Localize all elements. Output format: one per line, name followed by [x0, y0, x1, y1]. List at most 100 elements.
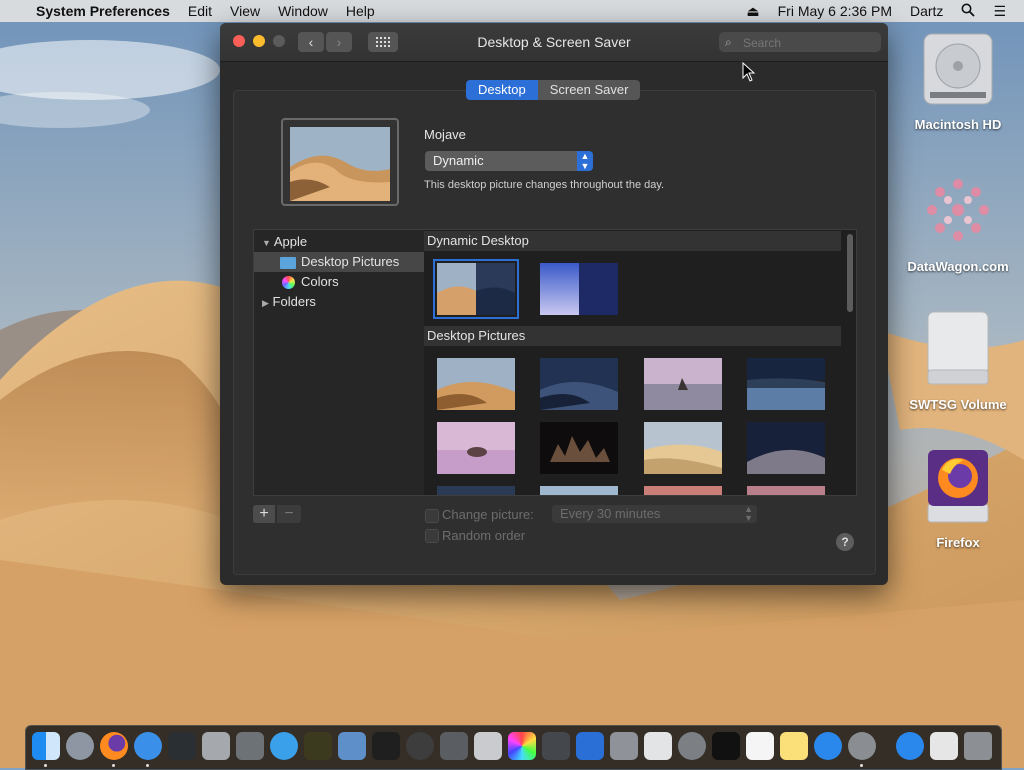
change-interval-select[interactable]: Every 30 minutes ▲ ▼ [552, 505, 757, 523]
safari-icon[interactable] [134, 732, 162, 760]
system-preferences-icon[interactable] [848, 732, 876, 760]
notes-icon[interactable] [780, 732, 808, 760]
running-indicator [146, 764, 149, 767]
finder-icon[interactable] [32, 732, 60, 760]
spotlight-icon[interactable] [961, 3, 976, 20]
desktop-icon-datawagon[interactable]: DataWagon.com [903, 170, 1013, 274]
running-indicator [44, 764, 47, 767]
thumb-pink-lake[interactable] [437, 422, 515, 474]
menu-help[interactable]: Help [346, 3, 375, 19]
system-info-icon[interactable] [610, 732, 638, 760]
dock [25, 725, 1002, 770]
random-order-checkbox[interactable] [425, 529, 439, 543]
flower-pattern-icon [927, 179, 989, 241]
menu-window[interactable]: Window [278, 3, 328, 19]
source-group-apple[interactable]: ▼ Apple [254, 232, 426, 252]
desktop-icon-firefox[interactable]: Firefox [903, 446, 1013, 550]
disclosure-open-icon[interactable]: ▼ [262, 238, 271, 248]
firefox-icon[interactable] [100, 732, 128, 760]
calendar-icon[interactable] [746, 732, 774, 760]
picture-description: This desktop picture changes throughout … [424, 179, 665, 191]
chevron-updown-icon: ▲ ▼ [577, 151, 593, 171]
colorsync-icon[interactable] [508, 732, 536, 760]
color-wheel-icon [282, 276, 295, 290]
external-drive-icon [927, 311, 989, 385]
source-item-label: Colors [301, 274, 339, 289]
disk-utility-icon[interactable] [474, 732, 502, 760]
terminal-icon[interactable] [712, 732, 740, 760]
search-icon: ⌕ [725, 35, 732, 49]
menu-view[interactable]: View [230, 3, 260, 19]
firefox-disk-icon [927, 450, 989, 523]
source-item-desktop-pictures[interactable]: Desktop Pictures [254, 252, 426, 272]
change-picture-checkbox[interactable] [425, 509, 439, 523]
title-bar: ‹ › Desktop & Screen Saver ⌕ [220, 23, 888, 62]
source-item-colors[interactable]: Colors [254, 272, 426, 292]
thumb-lake-dusk[interactable] [747, 358, 825, 410]
current-wallpaper-preview [281, 118, 399, 206]
bluetooth-icon[interactable] [576, 732, 604, 760]
tab-screen-saver[interactable]: Screen Saver [537, 80, 641, 100]
random-order-label: Random order [442, 528, 526, 543]
midi-setup-icon[interactable] [372, 732, 400, 760]
section-dynamic-desktop: Dynamic Desktop [424, 231, 841, 251]
trash-icon[interactable] [964, 732, 992, 760]
documents-stack-icon[interactable] [930, 732, 958, 760]
dynamic-mode-select[interactable]: Dynamic ▲ ▼ [425, 151, 593, 171]
thumb-partial-2[interactable] [540, 486, 618, 496]
thumb-rock-lake[interactable] [644, 358, 722, 410]
menu-clock[interactable]: Fri May 6 2:36 PM [778, 3, 892, 19]
thumb-partial-1[interactable] [437, 486, 515, 496]
eject-icon[interactable]: ⏏ [746, 3, 759, 20]
migration-assistant-icon[interactable] [338, 732, 366, 760]
help-button[interactable]: ? [836, 533, 854, 551]
directory-utility-icon[interactable] [406, 732, 434, 760]
disclosure-closed-icon[interactable]: ▶ [262, 298, 269, 308]
desktop-icon-macintosh-hd[interactable]: Macintosh HD [903, 30, 1013, 132]
thumb-mojave-dynamic[interactable] [433, 259, 519, 319]
dynamic-mode-value: Dynamic [433, 153, 484, 168]
thumb-mojave-night[interactable] [540, 358, 618, 410]
remove-folder-button[interactable]: − [277, 505, 301, 523]
menu-user[interactable]: Dartz [910, 3, 943, 19]
grapher-icon[interactable] [542, 732, 570, 760]
launchpad-icon[interactable] [66, 732, 94, 760]
preferences-window: ‹ › Desktop & Screen Saver ⌕ Desktop Scr… [220, 23, 888, 585]
folder-icon [280, 256, 296, 269]
thumb-partial-3[interactable] [644, 486, 722, 496]
grid-scrollbar[interactable] [847, 234, 853, 312]
notification-center-icon[interactable]: ☰ [993, 3, 1006, 20]
desktop-icon-label: Firefox [936, 535, 980, 550]
thumb-partial-4[interactable] [747, 486, 825, 496]
activity-monitor-icon[interactable] [168, 732, 196, 760]
script-editor-icon[interactable] [644, 732, 672, 760]
thumb-solar-gradients[interactable] [540, 263, 618, 315]
app-store-icon[interactable] [814, 732, 842, 760]
tab-desktop[interactable]: Desktop [466, 80, 538, 100]
running-indicator [112, 764, 115, 767]
keychain-icon[interactable] [236, 732, 264, 760]
menu-edit[interactable]: Edit [188, 3, 212, 19]
search-field[interactable]: ⌕ [719, 32, 881, 52]
boot-camp-icon[interactable] [678, 732, 706, 760]
menu-app-name[interactable]: System Preferences [36, 3, 170, 19]
thumb-dune-night[interactable] [747, 422, 825, 474]
running-indicator [860, 764, 863, 767]
source-group-label: Folders [272, 294, 316, 309]
mojave-preview-image [290, 127, 390, 201]
thumb-sand-dunes[interactable] [644, 422, 722, 474]
screenshot-icon[interactable] [440, 732, 468, 760]
change-picture-label: Change picture: [442, 507, 534, 522]
console-icon[interactable] [304, 732, 332, 760]
thumb-tufa-night[interactable] [540, 422, 618, 474]
applications-folder-icon[interactable] [896, 732, 924, 760]
wifi-icon[interactable] [270, 732, 298, 760]
desktop-icon-swtsg-volume[interactable]: SWTSG Volume [903, 308, 1013, 412]
search-input[interactable] [741, 34, 875, 52]
source-item-label: Desktop Pictures [301, 254, 400, 269]
add-folder-button[interactable]: + [253, 505, 275, 523]
thumb-mojave-day[interactable] [437, 358, 515, 410]
source-group-folders[interactable]: ▶ Folders [254, 292, 426, 312]
menu-bar: System Preferences Edit View Window Help… [0, 0, 1024, 22]
utilities-icon[interactable] [202, 732, 230, 760]
